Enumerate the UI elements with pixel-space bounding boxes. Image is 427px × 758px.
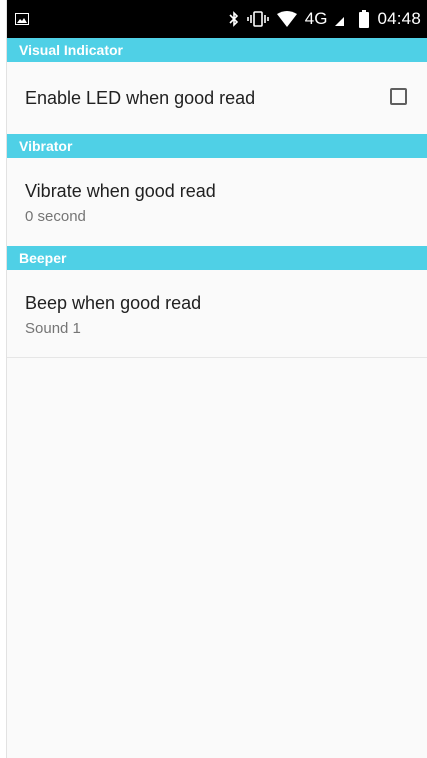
vibrate-title: Vibrate when good read (25, 181, 216, 201)
network-type-label: 4G (304, 9, 328, 28)
beep-setting[interactable]: Beep when good read Sound 1 (7, 270, 427, 358)
section-header-visual-indicator: Visual Indicator (7, 38, 427, 62)
beep-summary: Sound 1 (25, 320, 81, 337)
enable-led-checkbox[interactable] (390, 88, 407, 105)
status-icons: 4G 04:48 (229, 0, 421, 38)
vibrate-setting[interactable]: Vibrate when good read 0 second (7, 158, 427, 246)
bluetooth-icon (229, 9, 239, 29)
settings-screen: 4G 04:48 Visual Indicator Enable LED whe… (6, 0, 427, 758)
enable-led-setting[interactable]: Enable LED when good read (7, 62, 427, 134)
status-bar: 4G 04:48 (7, 0, 427, 38)
clock: 04:48 (377, 9, 421, 28)
enable-led-title: Enable LED when good read (25, 87, 256, 108)
wifi-icon (276, 9, 297, 29)
section-header-vibrator: Vibrator (7, 134, 427, 158)
battery-icon (359, 9, 370, 29)
picture-icon (15, 12, 29, 25)
vibrate-summary: 0 second (25, 208, 86, 225)
section-header-beeper: Beeper (7, 246, 427, 270)
beep-title: Beep when good read (25, 293, 202, 313)
signal-icon (335, 9, 345, 29)
vibrate-icon (246, 9, 269, 29)
